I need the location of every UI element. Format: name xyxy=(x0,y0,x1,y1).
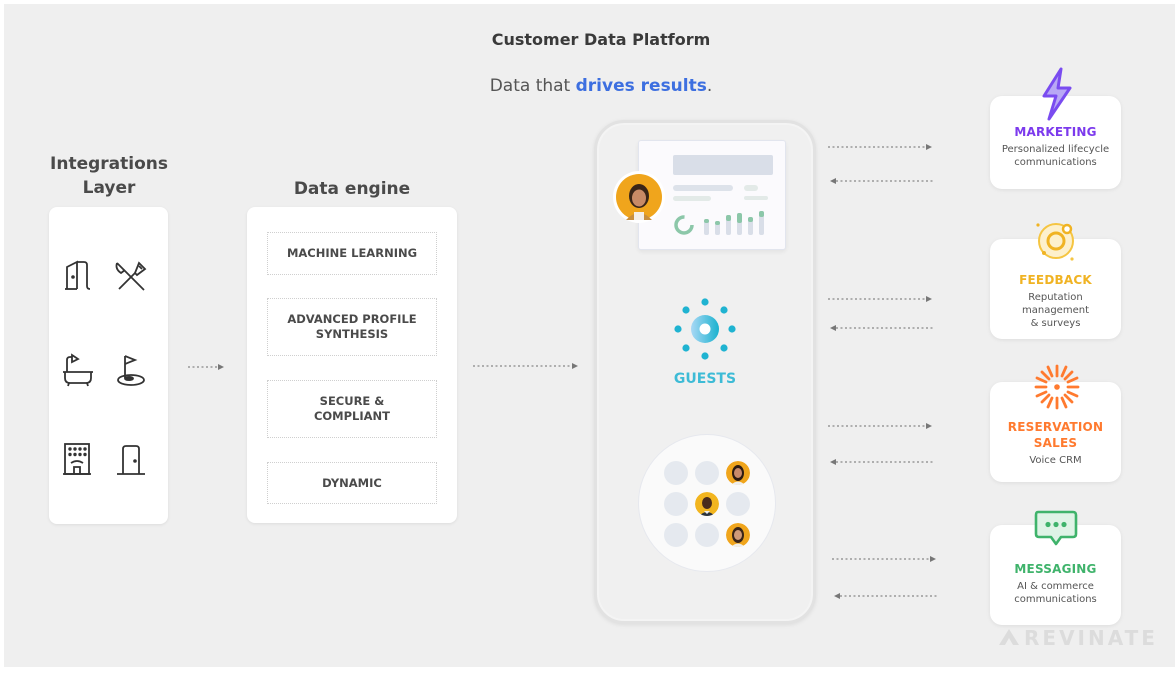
engine-item-text: SYNTHESIS xyxy=(315,327,389,341)
arrow-to-marketing xyxy=(828,144,932,150)
guest-avatar xyxy=(726,523,750,547)
subtitle-prefix: Data that xyxy=(489,76,576,96)
guest-placeholder-dot xyxy=(695,523,719,547)
product-desc-line: communications xyxy=(1014,594,1097,605)
guest-avatar xyxy=(726,461,750,485)
engine-item-text: SECURE & xyxy=(319,394,385,408)
cutlery-icon xyxy=(115,261,147,291)
arrow-to-reservation-sales xyxy=(828,423,932,429)
integrations-heading-line1: Integrations xyxy=(50,154,168,174)
product-title: MARKETING xyxy=(1014,125,1097,139)
subtitle-suffix: . xyxy=(706,76,713,96)
engine-item-machine-learning: MACHINE LEARNING xyxy=(267,232,437,275)
chat-bubble-icon xyxy=(1034,510,1078,546)
engine-card: MACHINE LEARNING ADVANCED PROFILE SYNTHES… xyxy=(247,207,457,523)
guest-placeholder-dot xyxy=(695,461,719,485)
arrow-from-messaging xyxy=(834,593,938,599)
arrow-engine-to-guests xyxy=(473,363,578,369)
engine-heading: Data engine xyxy=(293,179,411,199)
arrow-from-reservation-sales xyxy=(830,459,934,465)
lightning-icon xyxy=(1042,67,1072,121)
door-icon xyxy=(117,445,145,475)
guest-segment-circle xyxy=(638,434,776,572)
product-desc-line: AI & commerce xyxy=(1017,581,1094,592)
golf-flag-icon xyxy=(117,355,145,386)
guest-placeholder-dot xyxy=(664,523,688,547)
engine-item-text: ADVANCED PROFILE xyxy=(287,312,417,326)
product-desc-line: Reputation xyxy=(1028,292,1083,303)
engine-item-profile-synthesis: ADVANCED PROFILE SYNTHESIS xyxy=(267,298,437,356)
guests-hub-icon xyxy=(674,298,736,360)
diagram-subtitle: Data that drives results. xyxy=(0,76,1175,96)
product-desc-line: Personalized lifecycle xyxy=(1001,144,1110,155)
guest-placeholder-dot xyxy=(726,492,750,516)
hotel-building-icon xyxy=(63,443,91,475)
subtitle-highlight: drives results xyxy=(575,76,707,96)
revinate-logo-icon xyxy=(999,629,1019,645)
guest-avatar xyxy=(695,492,719,516)
guest-placeholder-dot xyxy=(664,492,688,516)
integrations-heading-line2: Layer xyxy=(82,178,136,198)
engine-item-secure-compliant: SECURE & COMPLIANT xyxy=(267,380,437,438)
orbit-icon xyxy=(1036,223,1074,261)
starburst-icon xyxy=(1034,364,1080,410)
product-desc-line: communications xyxy=(1014,157,1097,168)
product-desc-line: management xyxy=(1022,305,1089,316)
door-open-icon xyxy=(65,260,91,290)
product-title-line2: SALES xyxy=(1033,436,1078,450)
arrow-from-feedback xyxy=(830,325,934,331)
integrations-heading: Integrations Layer xyxy=(40,152,178,200)
product-desc-line: Voice CRM xyxy=(1029,455,1082,466)
product-title: RESERVATION xyxy=(1007,420,1104,434)
arrow-from-marketing xyxy=(830,178,934,184)
product-desc-line: & surveys xyxy=(1030,318,1081,329)
arrow-integrations-to-engine xyxy=(188,364,224,370)
integrations-card xyxy=(49,207,168,524)
brand-wordmark: REVINATE xyxy=(1024,626,1158,650)
bathtub-icon xyxy=(63,353,93,387)
guests-label: GUESTS xyxy=(673,371,737,387)
diagram-title: Customer Data Platform xyxy=(491,30,711,49)
engine-item-text: MACHINE LEARNING xyxy=(286,246,418,260)
guest-placeholder-dot xyxy=(664,461,688,485)
engine-item-text: DYNAMIC xyxy=(322,475,382,490)
guest-avatar-featured xyxy=(613,171,665,223)
arrow-to-messaging xyxy=(832,556,936,562)
engine-item-dynamic: DYNAMIC xyxy=(267,462,437,504)
product-title: FEEDBACK xyxy=(1019,273,1092,287)
engine-item-text: COMPLIANT xyxy=(313,409,391,423)
arrow-to-feedback xyxy=(828,296,932,302)
product-title: MESSAGING xyxy=(1014,562,1097,576)
